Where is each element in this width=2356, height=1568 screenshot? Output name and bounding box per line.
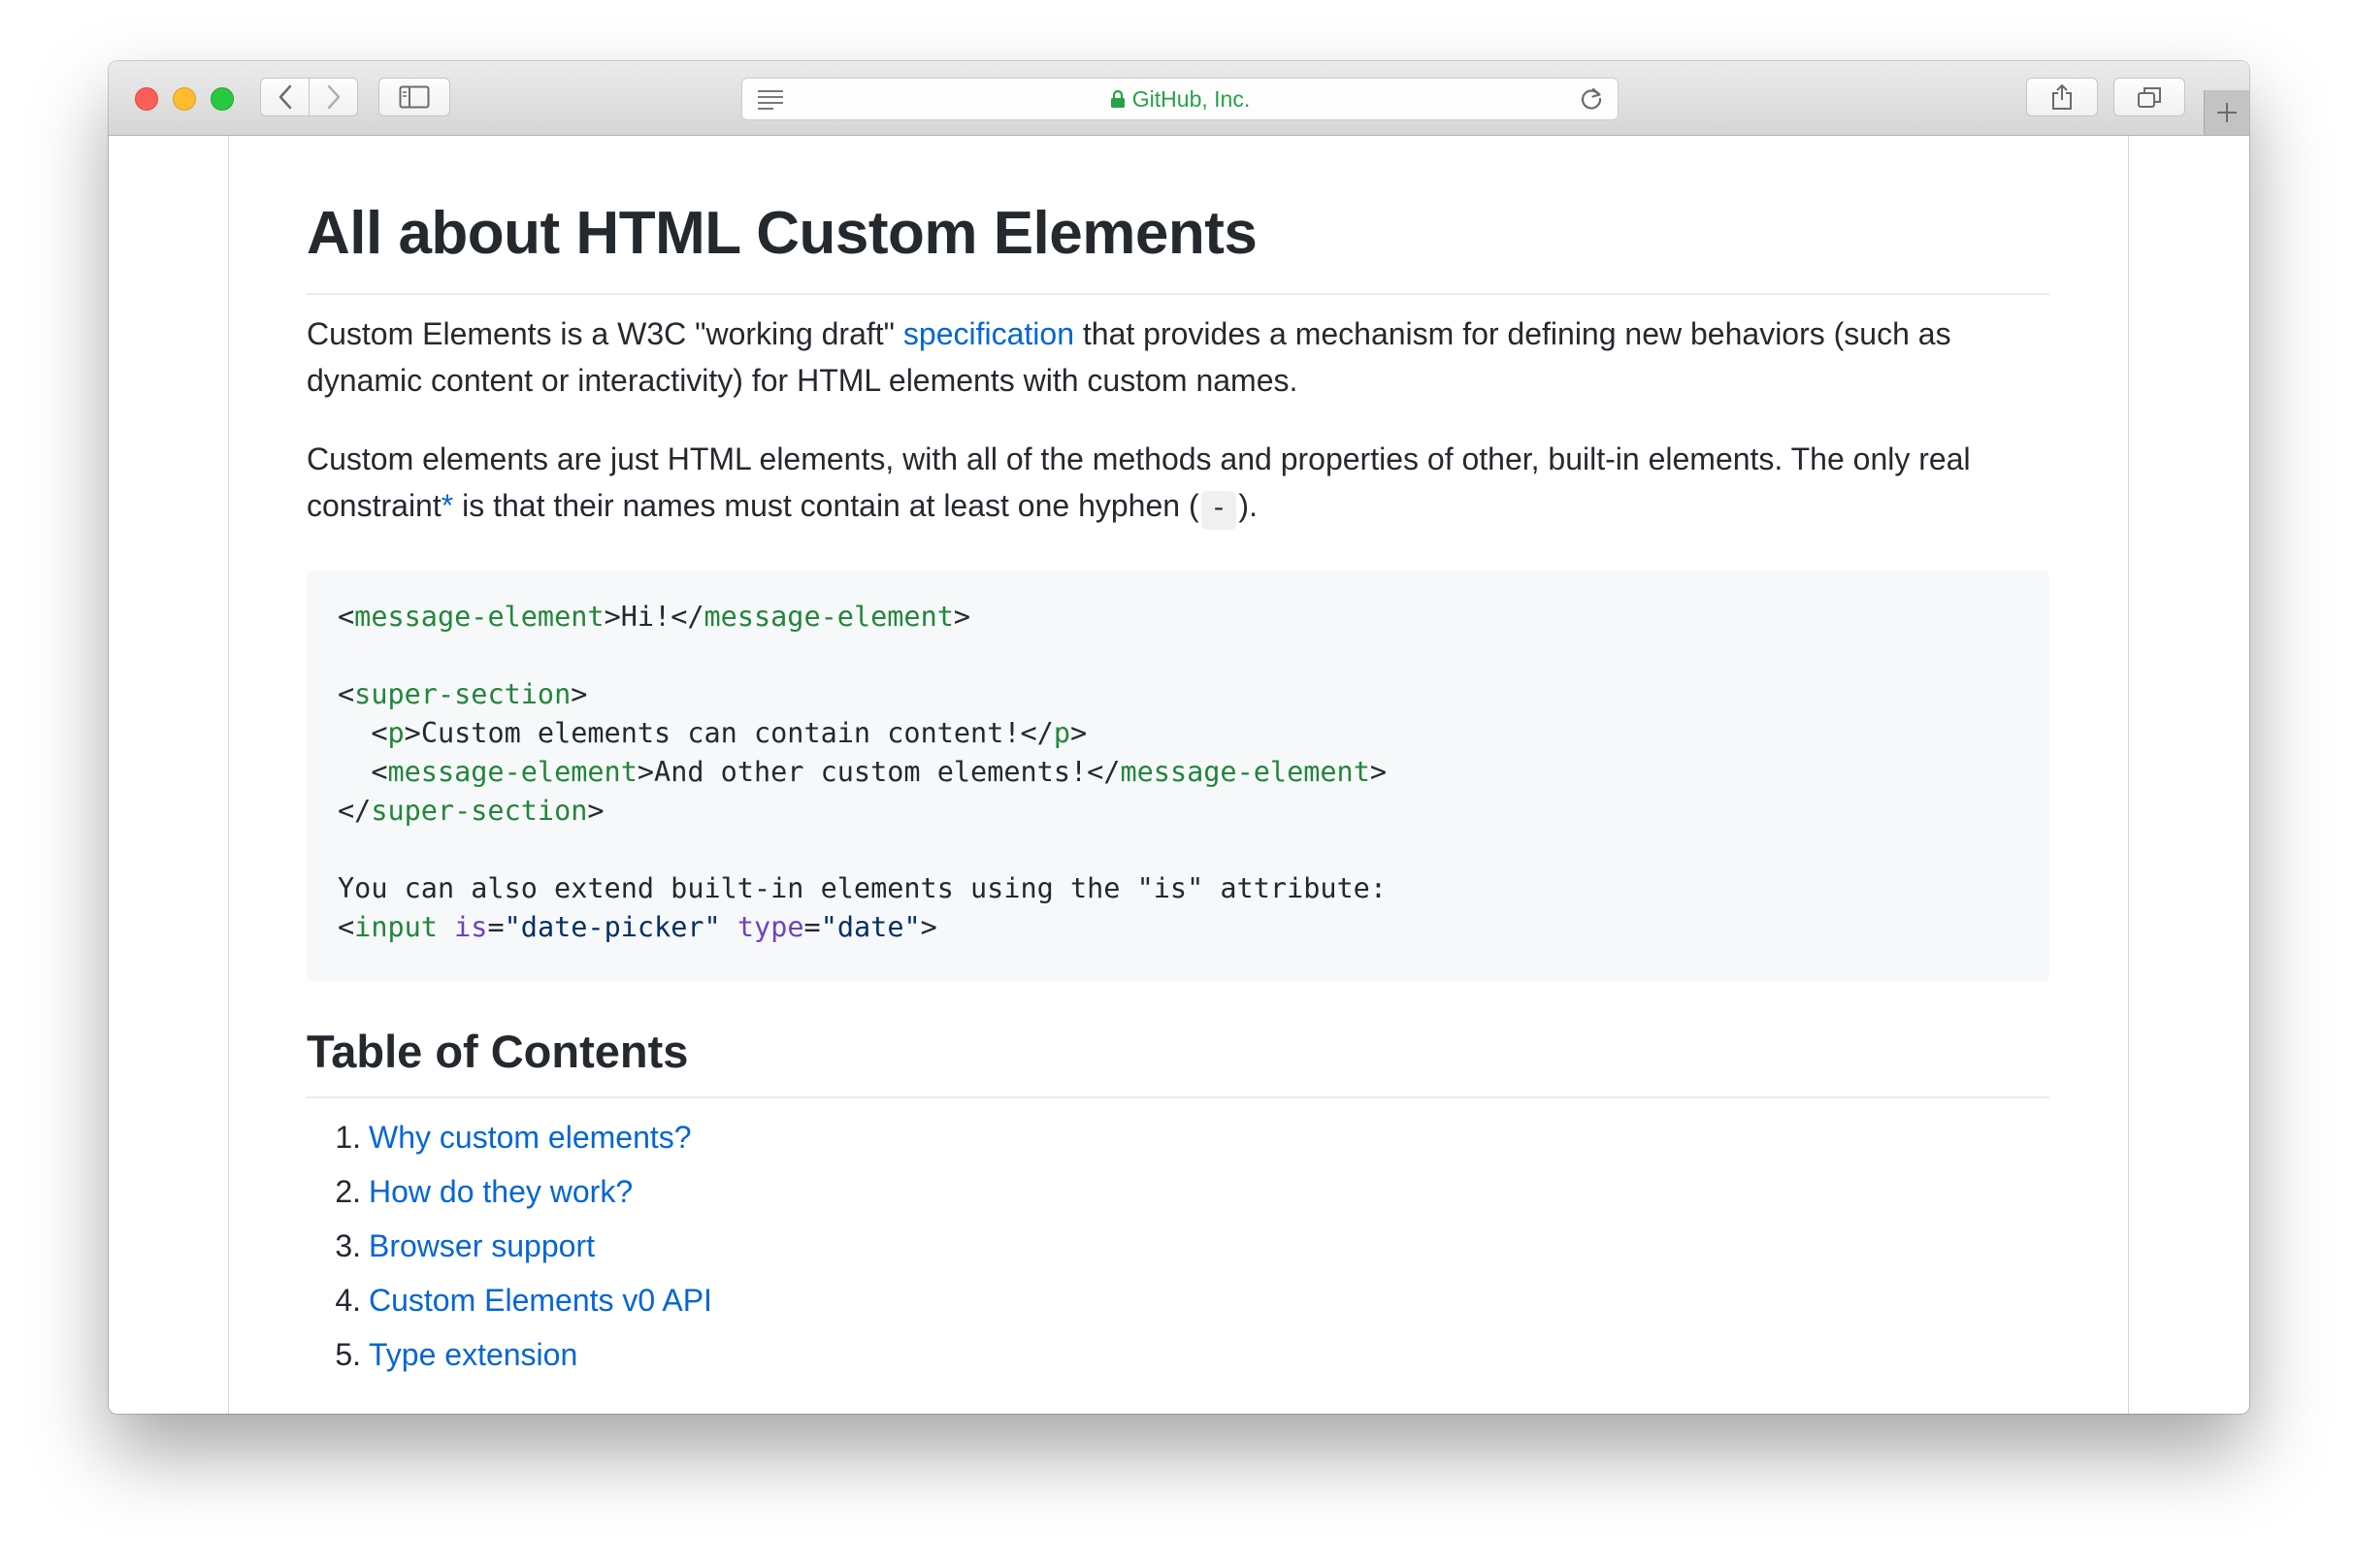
code-token: < <box>338 601 355 633</box>
code-attribute: is <box>454 911 488 943</box>
toc-item-number: 3. <box>335 1228 361 1263</box>
sidebar-icon <box>399 85 430 109</box>
toc-link-browser-support[interactable]: Browser support <box>369 1223 595 1269</box>
hyphen-code: - <box>1200 491 1237 530</box>
code-tag-name: message-element <box>387 756 638 788</box>
code-string: "date-picker" <box>504 911 721 943</box>
code-line: <message-element>Hi!</message-element> <box>338 601 970 633</box>
code-token: >Custom elements can contain content!</ <box>404 717 1054 749</box>
minimize-icon[interactable] <box>173 87 196 111</box>
code-token: You can also extend built-in elements us… <box>338 872 1387 904</box>
code-token: > <box>920 911 937 943</box>
page-content: All about HTML Custom Elements Custom El… <box>109 136 2249 1414</box>
code-token: = <box>487 911 505 943</box>
toc-link-custom-elements-v0-api[interactable]: Custom Elements v0 API <box>369 1277 712 1323</box>
code-token: > <box>587 795 605 827</box>
code-token: > <box>1070 717 1088 749</box>
toc-item-number: 2. <box>335 1174 361 1209</box>
code-token: < <box>338 678 355 710</box>
tabs-icon <box>2138 87 2161 108</box>
constraint-text-middle: is that their names must contain at leas… <box>453 488 1199 523</box>
code-line: <p>Custom elements can contain content!<… <box>338 717 1087 749</box>
sidebar-button[interactable] <box>378 78 450 116</box>
table-of-contents: 1. Why custom elements? 2. How do they wor… <box>307 1114 2049 1386</box>
specification-link[interactable]: specification <box>903 316 1074 351</box>
navigation-buttons <box>260 78 359 116</box>
forward-button[interactable] <box>309 78 358 116</box>
code-token: > <box>1369 756 1388 788</box>
intro-paragraph: Custom Elements is a W3C "working draft"… <box>307 310 2049 404</box>
toc-item-number: 5. <box>335 1337 361 1372</box>
toc-heading: Table of Contents <box>307 1021 2049 1098</box>
code-tag-name: message-element <box>354 601 605 633</box>
toc-item: 3. Browser support <box>307 1223 2049 1277</box>
show-tabs-button[interactable] <box>2113 78 2185 116</box>
code-tag-name: message-element <box>1120 756 1370 788</box>
toc-item: 1. Why custom elements? <box>307 1114 2049 1168</box>
site-name: GitHub, Inc. <box>1131 85 1251 112</box>
toc-link-why-custom-elements[interactable]: Why custom elements? <box>369 1114 692 1160</box>
toc-item-number: 4. <box>335 1283 361 1318</box>
new-tab-button[interactable] <box>2204 90 2249 135</box>
toc-link-type-extension[interactable]: Type extension <box>369 1331 577 1378</box>
share-button[interactable] <box>2026 78 2098 116</box>
code-attribute: type <box>736 911 804 943</box>
code-token: > <box>953 601 971 633</box>
close-icon[interactable] <box>135 87 158 111</box>
code-tag-name: p <box>1053 717 1071 749</box>
code-block: <message-element>Hi!</message-element> <… <box>307 571 2049 982</box>
toc-link-how-do-they-work[interactable]: How do they work? <box>369 1168 633 1215</box>
code-tag-name: p <box>387 717 405 749</box>
code-token: >Hi!</ <box>604 601 704 633</box>
page-title: All about HTML Custom Elements <box>307 200 2049 295</box>
address-bar[interactable]: GitHub, Inc. <box>741 78 1619 120</box>
code-tag-name: super-section <box>354 678 572 710</box>
share-icon <box>2052 84 2072 110</box>
code-token: < <box>338 911 355 943</box>
back-button[interactable] <box>260 78 310 116</box>
lock-icon <box>1110 89 1125 108</box>
code-line: <message-element>And other custom elemen… <box>338 756 1387 788</box>
content-border-left <box>228 136 229 1414</box>
code-token: > <box>571 678 588 710</box>
code-token: < <box>338 717 388 749</box>
toc-item-number: 1. <box>335 1120 361 1155</box>
code-line: </super-section> <box>338 795 605 827</box>
code-line: <super-section> <box>338 678 587 710</box>
code-token: >And other custom elements!</ <box>637 756 1121 788</box>
footnote-link[interactable]: * <box>442 488 453 523</box>
code-token: </ <box>338 795 372 827</box>
browser-window: GitHub, Inc. All about HTML Custom Eleme… <box>109 61 2249 1414</box>
forward-chevron-icon <box>327 84 340 110</box>
code-tag-name: input <box>354 911 438 943</box>
intro-text-before: Custom Elements is a W3C "working draft" <box>307 316 903 351</box>
constraint-paragraph: Custom elements are just HTML elements, … <box>307 436 2049 530</box>
toc-item: 4. Custom Elements v0 API <box>307 1277 2049 1331</box>
zoom-icon[interactable] <box>211 87 234 111</box>
code-line: <input is="date-picker" type="date"> <box>338 911 937 943</box>
plus-icon <box>2217 103 2237 122</box>
constraint-text-after: ). <box>1238 488 1258 523</box>
reload-icon[interactable] <box>1579 86 1604 112</box>
code-content: <message-element>Hi!</message-element> <… <box>338 598 1387 947</box>
back-chevron-icon <box>278 84 291 110</box>
toc-item: 5. Type extension <box>307 1331 2049 1386</box>
code-token: = <box>803 911 821 943</box>
code-line: You can also extend built-in elements us… <box>338 872 1387 904</box>
site-identity: GitHub, Inc. <box>742 79 1618 119</box>
code-tag-name: message-element <box>704 601 954 633</box>
content-border-right <box>2128 136 2129 1414</box>
code-string: "date" <box>820 911 921 943</box>
code-tag-name: super-section <box>371 795 588 827</box>
code-token: < <box>338 756 388 788</box>
browser-toolbar: GitHub, Inc. <box>109 61 2249 136</box>
toc-item: 2. How do they work? <box>307 1168 2049 1223</box>
